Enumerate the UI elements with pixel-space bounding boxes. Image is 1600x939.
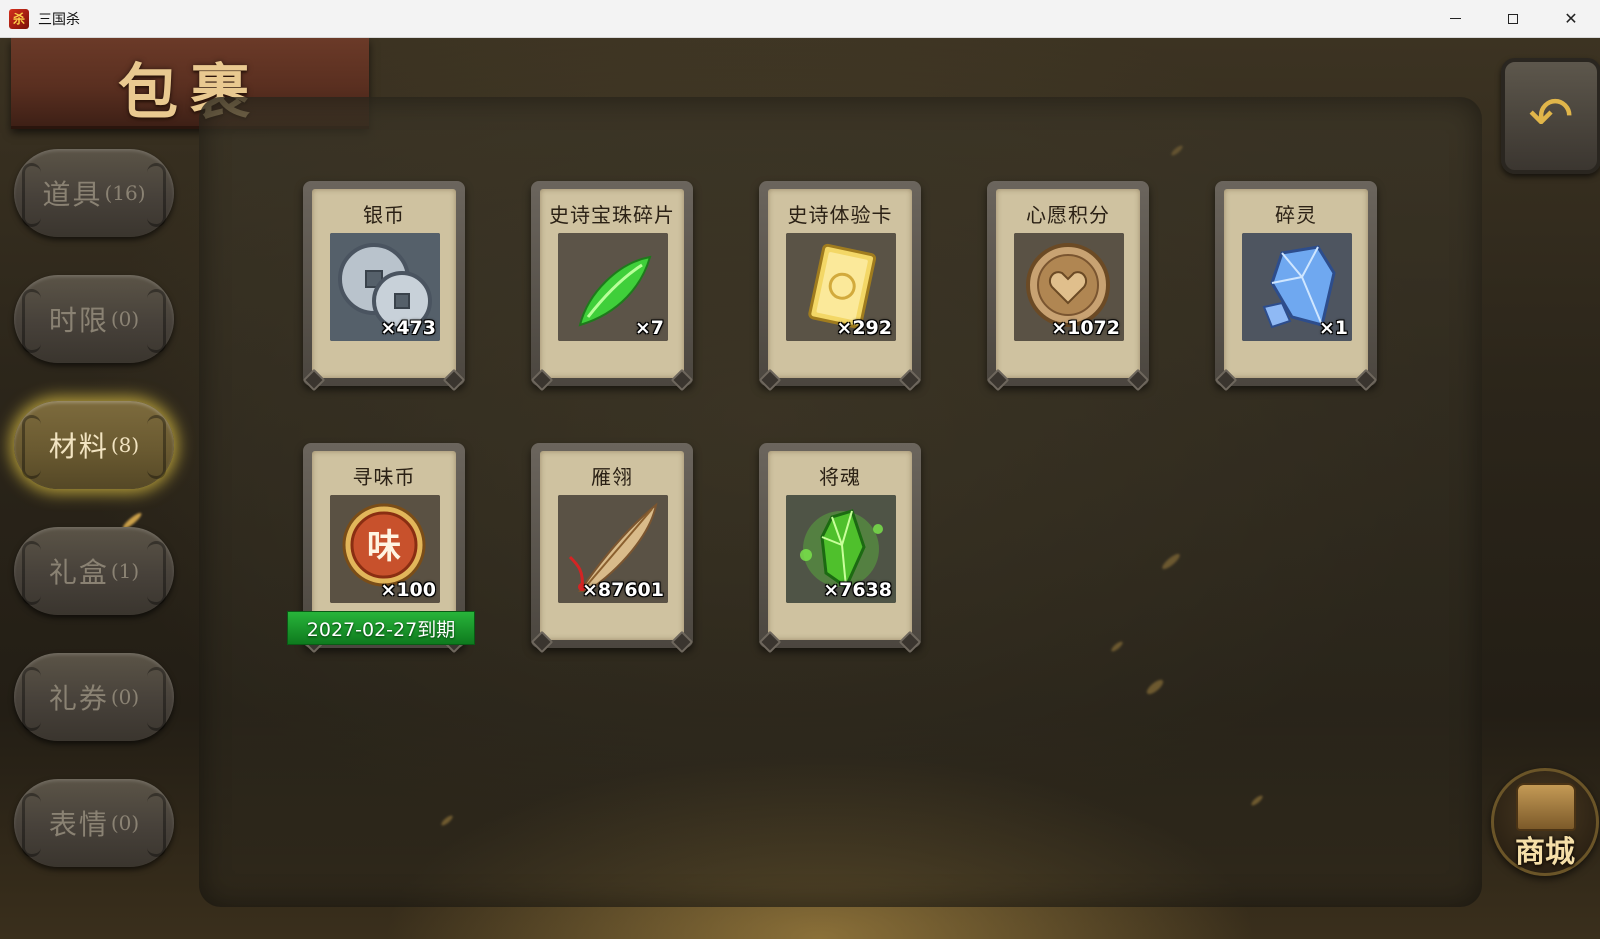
tab-gift-boxes[interactable]: 礼盒 (1) (14, 527, 174, 615)
card-face: 史诗宝珠碎片 ×7 (540, 189, 684, 378)
tab-count: (8) (110, 433, 140, 457)
close-button[interactable]: ✕ (1542, 0, 1600, 37)
back-button[interactable]: ↶ (1501, 58, 1600, 174)
tab-count: (0) (110, 685, 140, 709)
item-icon-frame: ×1 (1242, 233, 1352, 341)
tab-count: (0) (110, 811, 140, 835)
item-name: 史诗体验卡 (787, 203, 893, 227)
item-name: 史诗宝珠碎片 (549, 203, 675, 227)
item-name: 寻味币 (352, 465, 416, 489)
item-quantity: ×292 (836, 317, 892, 339)
tab-items[interactable]: 道具 (16) (14, 149, 174, 237)
item-icon-frame: ×292 (786, 233, 896, 341)
item-card[interactable]: 心愿积分 ×1072 (986, 181, 1150, 392)
item-name: 心愿积分 (1026, 203, 1110, 227)
window-title: 三国杀 (38, 11, 80, 28)
item-quantity: ×1072 (1051, 317, 1120, 339)
tab-gift-vouchers[interactable]: 礼券 (0) (14, 653, 174, 741)
tab-count: (16) (104, 181, 146, 205)
tab-scroll-ornament (147, 415, 166, 479)
item-quantity: ×87601 (581, 579, 664, 601)
item-icon-frame: ×87601 (558, 495, 668, 603)
card-face: 银币 ×473 (312, 189, 456, 378)
tab-count: (0) (110, 307, 140, 331)
treasure-chest-icon (1516, 783, 1576, 831)
app-icon: 杀 (9, 8, 29, 29)
item-card[interactable]: 银币 ×473 (302, 181, 466, 392)
item-quantity: ×1 (1318, 317, 1348, 339)
card-face: 心愿积分 ×1072 (996, 189, 1140, 378)
item-card[interactable]: 将魂 ×7638 (758, 443, 922, 654)
expiry-badge: 2027-02-27到期 (287, 611, 475, 645)
back-arrow-icon: ↶ (1528, 84, 1574, 148)
item-icon-frame: 味 ×100 (330, 495, 440, 603)
tab-scroll-ornament (147, 541, 166, 605)
item-icon-frame: ×473 (330, 233, 440, 341)
tab-count: (1) (110, 559, 140, 583)
item-card[interactable]: 雁翎 ×87601 (530, 443, 694, 654)
item-quantity: ×100 (380, 579, 436, 601)
item-quantity: ×7638 (823, 579, 892, 601)
card-face: 史诗体验卡 ×292 (768, 189, 912, 378)
close-icon: ✕ (1564, 9, 1578, 28)
card-face: 碎灵 ×1 (1224, 189, 1368, 378)
tab-materials[interactable]: 材料 (8) (14, 401, 174, 489)
tab-scroll-ornament (22, 289, 41, 353)
item-icon-frame: ×1072 (1014, 233, 1124, 341)
minimize-button[interactable] (1426, 0, 1484, 37)
tab-label: 材料 (48, 430, 109, 463)
item-name: 将魂 (819, 465, 861, 489)
item-card[interactable]: 史诗宝珠碎片 ×7 (530, 181, 694, 392)
item-quantity: ×473 (380, 317, 436, 339)
item-icon-frame: ×7638 (786, 495, 896, 603)
tab-scroll-ornament (22, 541, 41, 605)
maximize-icon (1508, 13, 1518, 24)
tab-label: 道具 (42, 178, 103, 211)
card-face: 雁翎 ×87601 (540, 451, 684, 640)
tab-scroll-ornament (147, 289, 166, 353)
tab-label: 礼券 (48, 682, 109, 715)
item-quantity: ×7 (634, 317, 664, 339)
svg-text:味: 味 (367, 527, 401, 567)
tab-scroll-ornament (22, 163, 41, 227)
item-name: 银币 (363, 203, 405, 227)
window-titlebar: 杀 三国杀 ✕ (0, 0, 1600, 38)
tab-scroll-ornament (22, 667, 41, 731)
maximize-button[interactable] (1484, 0, 1542, 37)
shop-button[interactable]: 商城 (1491, 768, 1599, 876)
window-controls: ✕ (1426, 0, 1600, 37)
tab-scroll-ornament (147, 163, 166, 227)
tab-scroll-ornament (147, 793, 166, 857)
item-card[interactable]: 碎灵 ×1 (1214, 181, 1378, 392)
minimize-icon (1449, 18, 1461, 19)
shop-label: 商城 (1515, 835, 1575, 870)
tab-label: 表情 (48, 808, 109, 841)
card-face: 将魂 ×7638 (768, 451, 912, 640)
tab-emotes[interactable]: 表情 (0) (14, 779, 174, 867)
tab-timed[interactable]: 时限 (0) (14, 275, 174, 363)
tab-label: 礼盒 (48, 556, 109, 589)
game-scene: 包裹 道具 (16) 时限 (0) 材料 (8) 礼盒 (1) 礼券 (0) 表… (0, 38, 1600, 939)
item-icon-frame: ×7 (558, 233, 668, 341)
item-name: 雁翎 (591, 465, 633, 489)
item-card[interactable]: 史诗体验卡 ×292 (758, 181, 922, 392)
tab-scroll-ornament (147, 667, 166, 731)
tab-scroll-ornament (22, 415, 41, 479)
tab-scroll-ornament (22, 793, 41, 857)
tab-label: 时限 (48, 304, 109, 337)
item-name: 碎灵 (1275, 203, 1317, 227)
